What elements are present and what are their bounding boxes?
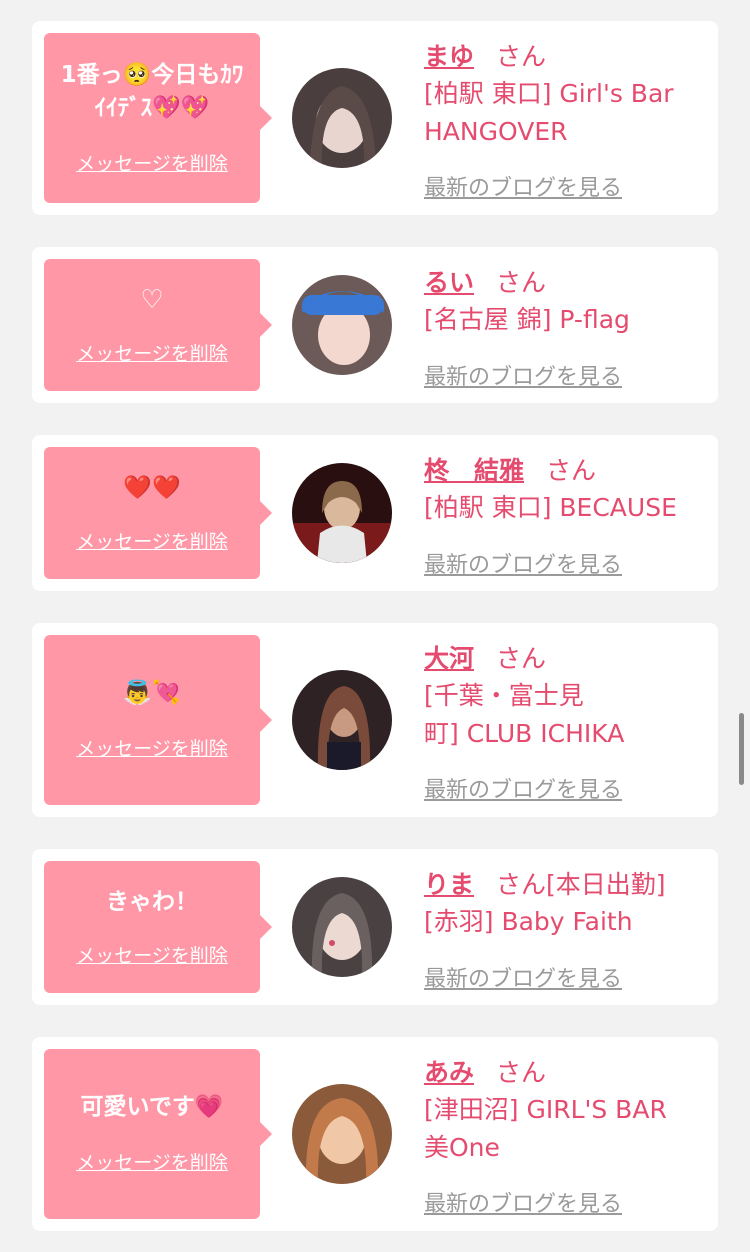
latest-blog-link[interactable]: 最新のブログを見る: [424, 1186, 622, 1218]
name-line: 柊 結雅 さん: [424, 451, 596, 487]
san-label: さん: [496, 870, 547, 899]
shop-info: [千葉・富士見 町] CLUB ICHIKA: [424, 681, 625, 748]
message-bubble: きゃわ！ メッセージを削除: [44, 861, 272, 993]
cast-name-link[interactable]: 大河: [424, 644, 474, 673]
cast-name-link[interactable]: 柊 結雅: [424, 456, 524, 485]
name-line: まゆ さん: [424, 37, 546, 73]
message-text: きゃわ！: [106, 889, 198, 915]
message-card: 👼💘 メッセージを削除 大河 さん [千葉・富士見 町] CLUB ICHIKA 最…: [32, 623, 718, 817]
delete-message-link[interactable]: メッセージを削除: [44, 527, 260, 554]
delete-message-link[interactable]: メッセージを削除: [44, 339, 260, 366]
message-bubble: ♡ メッセージを削除: [44, 259, 272, 391]
message-bubble: 👼💘 メッセージを削除: [44, 635, 272, 805]
name-line: 大河 さん: [424, 639, 546, 675]
delete-message-link[interactable]: メッセージを削除: [44, 734, 260, 761]
scrollbar[interactable]: [739, 713, 744, 785]
avatar[interactable]: [292, 275, 392, 375]
name-suffix: [本日出勤]: [546, 870, 666, 899]
cast-name-link[interactable]: まゆ: [424, 42, 474, 71]
san-label: さん: [496, 268, 547, 297]
san-label: さん: [496, 644, 547, 673]
cast-name-link[interactable]: あみ: [424, 1058, 474, 1087]
avatar[interactable]: [292, 1084, 392, 1184]
latest-blog-link[interactable]: 最新のブログを見る: [424, 170, 622, 202]
avatar[interactable]: [292, 877, 392, 977]
avatar[interactable]: [292, 463, 392, 563]
message-text: 1番っ🥺今日もｶﾜ ｲｲﾃﾞｽ💖💖: [60, 62, 244, 121]
latest-blog-link[interactable]: 最新のブログを見る: [424, 772, 622, 804]
shop-info: [名古屋 錦] P-flag: [424, 305, 630, 334]
message-card: ❤️❤️ メッセージを削除 柊 結雅 さん [柏駅 東口] BECAUSE 最新の…: [32, 435, 718, 591]
shop-info: [津田沼] GIRL'S BAR 美One: [424, 1095, 667, 1162]
latest-blog-link[interactable]: 最新のブログを見る: [424, 547, 622, 579]
cast-name-link[interactable]: りま: [424, 870, 474, 899]
name-line: あみ さん: [424, 1053, 546, 1089]
message-text: 👼💘: [123, 680, 181, 706]
message-bubble: ❤️❤️ メッセージを削除: [44, 447, 272, 579]
name-line: りま さん[本日出勤]: [424, 865, 666, 901]
message-bubble: 1番っ🥺今日もｶﾜ ｲｲﾃﾞｽ💖💖 メッセージを削除: [44, 33, 272, 203]
message-card: きゃわ！ メッセージを削除 りま さん[本日出勤] [赤羽] Baby Faith…: [32, 849, 718, 1005]
cast-name-link[interactable]: るい: [424, 268, 474, 297]
message-text: ❤️❤️: [123, 475, 181, 501]
san-label: さん: [496, 1058, 547, 1087]
message-card: 1番っ🥺今日もｶﾜ ｲｲﾃﾞｽ💖💖 メッセージを削除 まゆ さん [柏駅 東口] G…: [32, 21, 718, 215]
message-bubble: 可愛いです💗 メッセージを削除: [44, 1049, 272, 1219]
shop-info: [赤羽] Baby Faith: [424, 907, 633, 936]
san-label: さん: [496, 42, 547, 71]
shop-info: [柏駅 東口] Girl's Bar HANGOVER: [424, 79, 674, 146]
message-text: 可愛いです💗: [80, 1094, 224, 1120]
name-line: るい さん: [424, 263, 546, 299]
san-label: さん: [546, 456, 597, 485]
latest-blog-link[interactable]: 最新のブログを見る: [424, 359, 622, 391]
shop-info: [柏駅 東口] BECAUSE: [424, 493, 677, 522]
delete-message-link[interactable]: メッセージを削除: [44, 1148, 260, 1175]
message-card: 可愛いです💗 メッセージを削除 あみ さん [津田沼] GIRL'S BAR 美On…: [32, 1037, 718, 1231]
message-text: ♡: [140, 285, 164, 315]
delete-message-link[interactable]: メッセージを削除: [44, 941, 260, 968]
avatar[interactable]: [292, 68, 392, 168]
avatar[interactable]: [292, 670, 392, 770]
message-card: ♡ メッセージを削除 るい さん [名古屋 錦] P-flag 最新のブログを見る: [32, 247, 718, 403]
latest-blog-link[interactable]: 最新のブログを見る: [424, 961, 622, 993]
delete-message-link[interactable]: メッセージを削除: [44, 149, 260, 176]
